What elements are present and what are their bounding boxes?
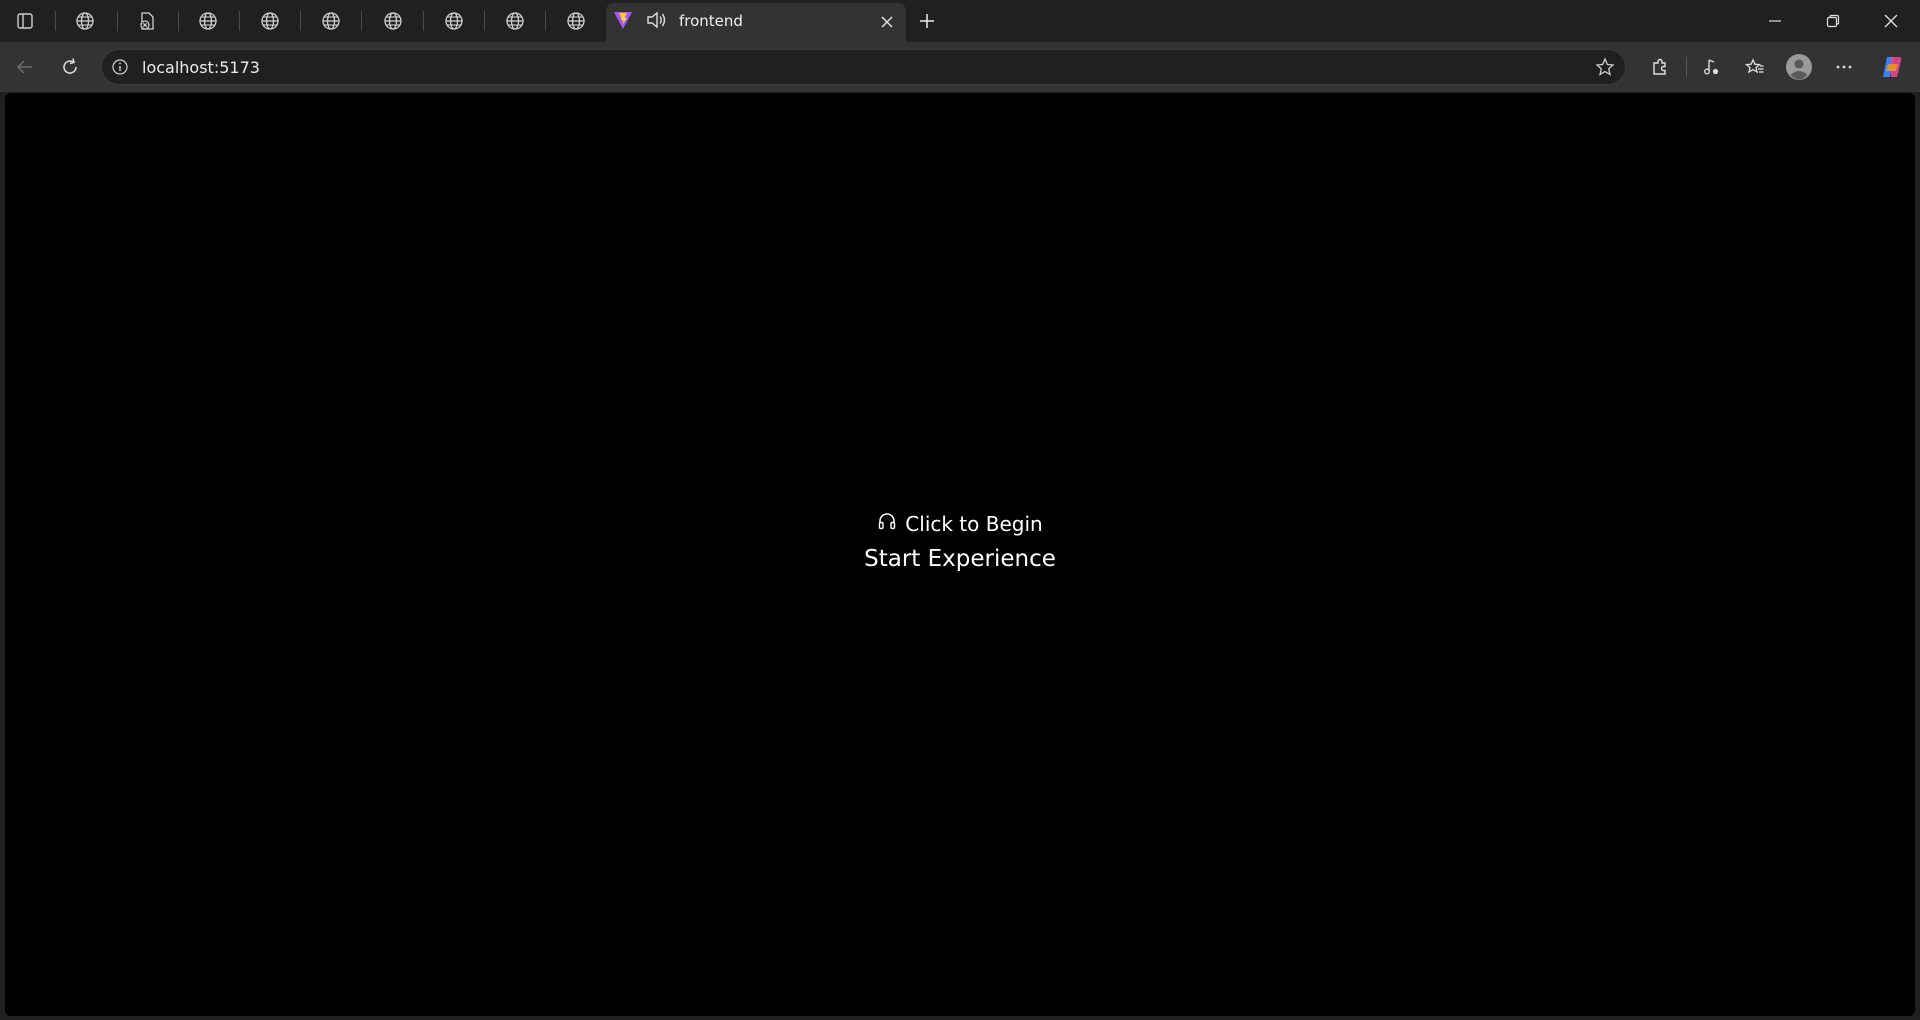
ellipsis-icon <box>1836 65 1852 69</box>
page-viewport: Click to Begin Start Experience <box>5 93 1915 1016</box>
speaker-icon[interactable] <box>645 9 667 35</box>
close-tab-icon[interactable] <box>876 11 898 33</box>
tab-globe-icon[interactable] <box>380 8 406 34</box>
minimize-icon <box>1769 20 1781 22</box>
tab-globe-icon[interactable] <box>563 8 589 34</box>
tab-globe-icon[interactable] <box>72 8 98 34</box>
tab-actions-icon[interactable] <box>12 8 38 34</box>
copilot-button[interactable] <box>1877 52 1907 82</box>
back-button[interactable] <box>10 52 40 82</box>
more-options-button[interactable] <box>1829 52 1859 82</box>
music-note-icon <box>1704 59 1719 75</box>
reload-icon <box>63 58 77 74</box>
profile-button[interactable] <box>1784 52 1814 82</box>
tab-globe-icon[interactable] <box>441 8 467 34</box>
site-info-icon[interactable] <box>111 58 129 80</box>
tab-separator <box>484 11 485 31</box>
media-control-button[interactable] <box>1696 52 1726 82</box>
minimize-button[interactable] <box>1746 0 1804 42</box>
tab-separator <box>55 11 56 31</box>
tab-globe-icon[interactable] <box>318 8 344 34</box>
file-error-icon[interactable] <box>134 8 160 34</box>
favorites-list-icon <box>1745 58 1764 74</box>
back-arrow-icon <box>16 60 32 74</box>
puzzle-icon <box>1653 58 1666 75</box>
plus-icon <box>920 14 934 28</box>
click-to-begin-label: Click to Begin <box>877 511 1043 536</box>
tab-separator <box>239 11 240 31</box>
click-to-begin-text: Click to Begin <box>905 511 1043 536</box>
address-bar[interactable]: localhost:5173 <box>101 49 1626 85</box>
tab-separator <box>178 11 179 31</box>
close-icon <box>1884 14 1898 28</box>
tab-separator <box>361 11 362 31</box>
headphones-icon <box>877 511 897 536</box>
close-window-button[interactable] <box>1862 0 1920 42</box>
active-tab-title: frontend <box>679 12 743 30</box>
favorites-button[interactable] <box>1740 52 1770 82</box>
extensions-button[interactable] <box>1645 52 1675 82</box>
tab-separator <box>117 11 118 31</box>
restore-icon <box>1826 14 1840 28</box>
favorite-star-icon[interactable] <box>1595 57 1615 81</box>
copilot-icon <box>1883 57 1902 77</box>
toolbar-separator <box>1686 57 1687 77</box>
vite-logo-icon <box>612 9 634 35</box>
tab-separator <box>300 11 301 31</box>
tab-separator <box>545 11 546 31</box>
new-tab-button[interactable] <box>914 8 940 34</box>
url-text[interactable]: localhost:5173 <box>142 58 260 77</box>
tab-globe-icon[interactable] <box>257 8 283 34</box>
browser-titlebar: frontend <box>0 0 1920 42</box>
tab-globe-icon[interactable] <box>502 8 528 34</box>
active-tab[interactable]: frontend <box>606 3 906 42</box>
start-panel: Click to Begin Start Experience <box>5 511 1915 573</box>
tab-globe-icon[interactable] <box>195 8 221 34</box>
browser-toolbar: localhost:5173 <box>0 42 1920 92</box>
restore-button[interactable] <box>1804 0 1862 42</box>
tab-separator <box>423 11 424 31</box>
reload-button[interactable] <box>55 52 85 82</box>
avatar-icon <box>1786 54 1812 80</box>
start-experience-button[interactable]: Start Experience <box>864 546 1056 572</box>
